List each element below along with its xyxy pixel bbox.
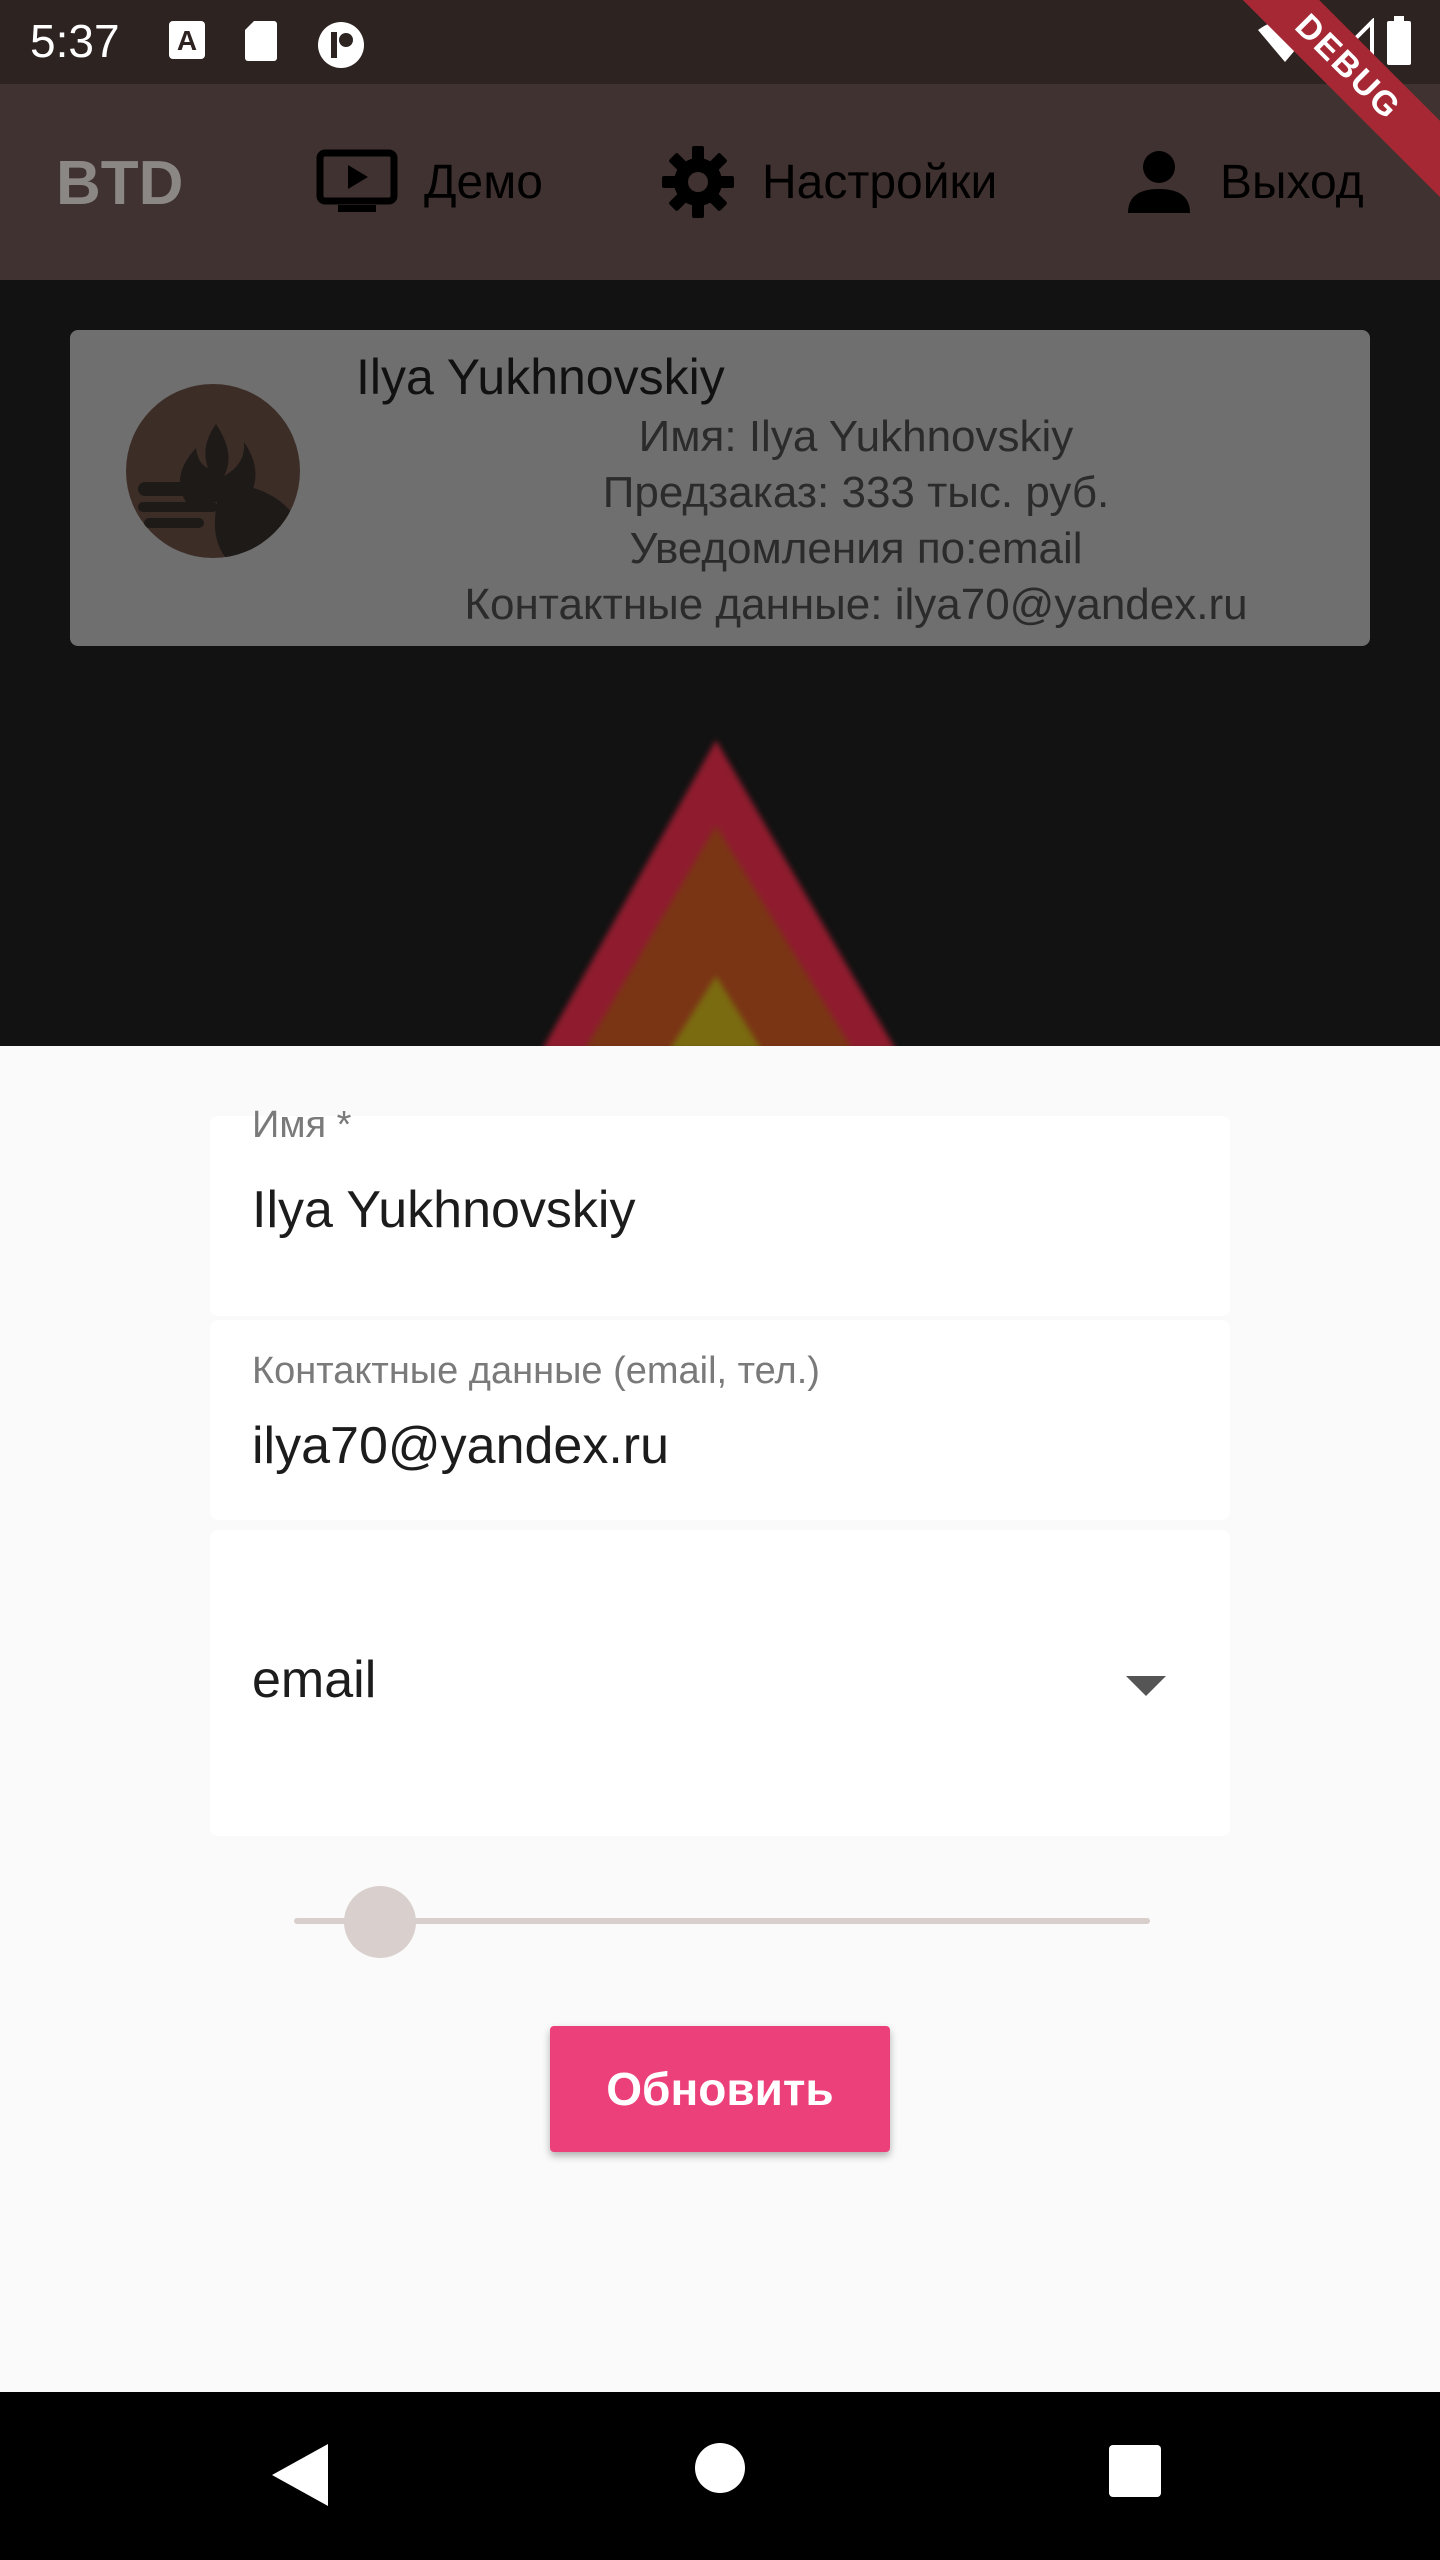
settings-button[interactable]: Настройки [660,134,997,230]
name-field-label: Имя * [252,1104,352,1146]
contact-field-label: Контактные данные (email, тел.) [252,1350,820,1392]
name-field-value[interactable]: Ilya Yukhnovskiy [252,1180,635,1240]
sd-card-icon [245,21,277,61]
battery-icon [1387,16,1411,65]
logo-triangle-art [544,740,894,1046]
profile-name-line: Имя: Ilya Yukhnovskiy [638,412,1074,461]
profile-contact-line: Контактные данные: ilya70@yandex.ru [464,580,1248,629]
recents-icon[interactable] [1108,2444,1162,2498]
profile-preorder-line: Предзаказ: 333 тыс. руб. [602,468,1110,517]
avatar [126,384,300,558]
contact-field[interactable]: Контактные данные (email, тел.) ilya70@y… [210,1320,1230,1520]
settings-label: Настройки [762,155,998,209]
profile-card: Ilya Yukhnovskiy Имя: Ilya Yukhnovskiy П… [70,330,1370,646]
logout-label: Выход [1220,155,1364,209]
person-icon [1128,151,1190,213]
circle-app-icon [318,22,364,68]
gear-icon [662,146,734,218]
notify-dropdown-value: email [252,1651,377,1709]
back-icon[interactable] [270,2442,330,2508]
name-field[interactable]: Имя * Ilya Yukhnovskiy [210,1104,1230,1316]
app-bar: BTD Демо Настройки Выход [0,84,1440,280]
a-icon: A [169,21,205,59]
preorder-slider-track[interactable] [294,1918,1150,1924]
logout-button[interactable]: Выход [1124,134,1364,230]
edit-profile-sheet: Имя * Ilya Yukhnovskiy Контактные данные… [0,1046,1440,2392]
demo-label: Демо [424,155,543,209]
notify-dropdown[interactable]: email [210,1530,1230,1836]
home-icon[interactable] [694,2442,746,2494]
contact-field-value[interactable]: ilya70@yandex.ru [252,1416,669,1476]
status-bar: 5:37 A DEBUG [0,0,1440,207]
preorder-slider-thumb[interactable] [343,1886,416,1958]
chevron-down-icon[interactable] [1126,1676,1166,1696]
fire-hand-icon [138,424,300,558]
profile-notify-line: Уведомления по:email [629,524,1083,573]
tv-play-icon [316,149,398,212]
status-time: 5:37 [30,15,120,67]
update-button[interactable]: Обновить [550,2026,890,2152]
demo-button[interactable]: Демо [316,134,543,230]
profile-name: Ilya Yukhnovskiy [356,349,725,405]
app-title: BTD [56,149,184,218]
system-nav-bar [0,2392,1440,2560]
svg-text:A: A [177,25,197,56]
